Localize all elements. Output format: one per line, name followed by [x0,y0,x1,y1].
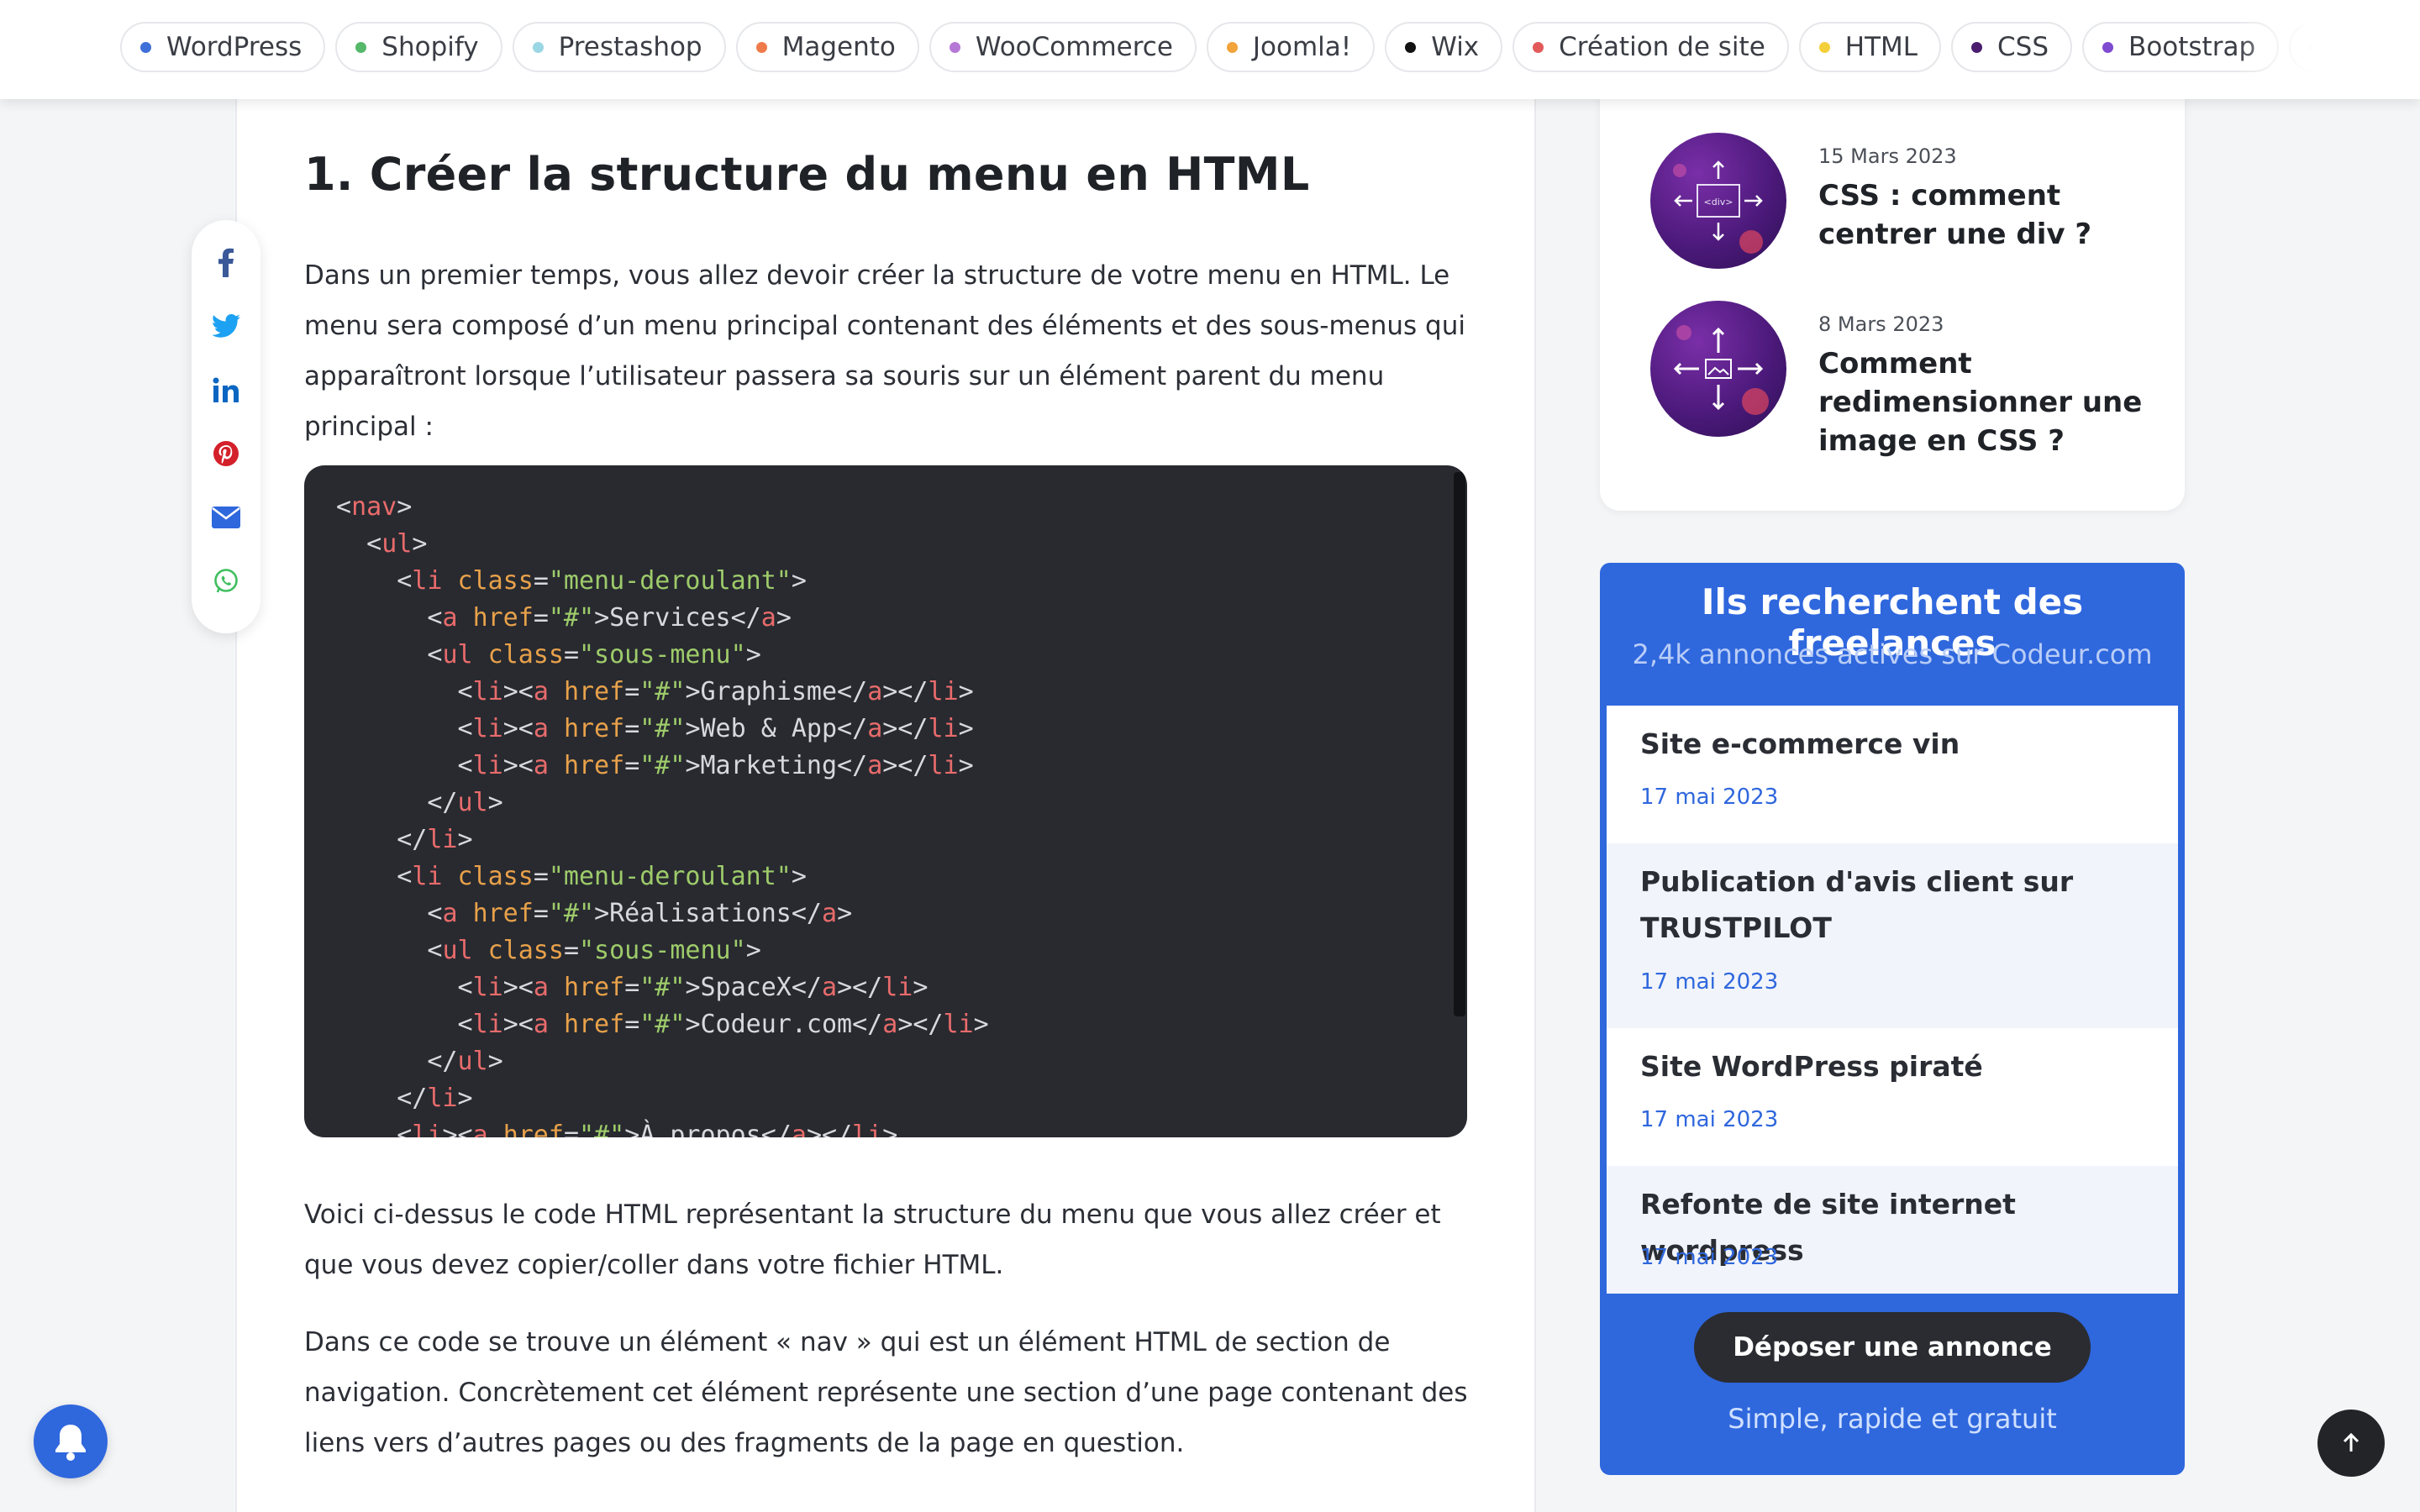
chip-dot [140,41,151,53]
chip-label: WooCommerce [975,32,1173,62]
chip-dot [949,41,960,53]
freelance-widget: Ils recherchent des freelances 2,4k anno… [1600,563,2185,1475]
chip-dot [1226,41,1238,53]
facebook-icon[interactable] [209,245,243,279]
chip-dot [2102,41,2114,53]
post-date: 15 Mars 2023 [1818,144,1957,168]
chip-dot [755,41,767,53]
linkedin-icon[interactable] [209,373,243,407]
freelance-subtitle[interactable]: 2,4k annonces actives sur Codeur.com [1600,638,2185,670]
chip-dot [1405,41,1417,53]
code-block[interactable]: <nav> <ul> <li class="menu-deroulant"> <… [304,465,1467,1137]
post-title-link[interactable]: Comment redimensionner une image en CSS … [1818,344,2154,460]
post-title-link[interactable]: CSS : comment centrer une div ? [1818,176,2154,254]
job-item[interactable]: Site WordPress piraté 17 mai 2023 [1607,1028,2178,1166]
category-chip[interactable]: Wix [1385,22,1503,72]
chip-label: WordPress [166,32,302,62]
chip-label: Magento [781,32,896,62]
scroll-to-top-button[interactable] [2317,1410,2385,1477]
category-chip[interactable]: Création de site [1512,22,1789,72]
job-item[interactable]: Refonte de site internet wordpress 17 ma… [1607,1166,2178,1294]
chip-dot [1818,41,1830,53]
section-heading: 1. Créer la structure du menu en HTML [304,148,1310,201]
explanation-paragraph-2: Dans ce code se trouve un élément « nav … [304,1327,1468,1458]
job-title: Publication d'avis client sur TRUSTPILOT [1640,865,2074,944]
chip-label: CSS [1997,32,2049,62]
chip-dot [355,41,367,53]
notification-bell-icon[interactable] [34,1404,108,1478]
twitter-icon[interactable] [209,309,243,343]
job-title: Site e-commerce vin [1640,727,1960,760]
post-job-button[interactable]: Déposer une annonce [1694,1312,2091,1383]
code-content: <nav> <ul> <li class="menu-deroulant"> <… [336,492,989,1137]
chip-label: Création de site [1559,32,1765,62]
post-thumbnail[interactable]: <div> [1650,133,1786,269]
job-title: Site WordPress piraté [1640,1050,1983,1083]
chip-dot [1971,41,1983,53]
social-share-bar [192,220,260,633]
freelance-footer-text: Simple, rapide et gratuit [1728,1403,2057,1435]
chip-label: Shopify [381,32,479,62]
category-chip[interactable]: Joomla! [1206,22,1376,72]
category-chip[interactable]: Shopify [335,22,502,72]
category-chip[interactable]: WordPress [120,22,326,72]
whatsapp-icon[interactable] [209,564,243,598]
job-date: 17 mai 2023 [1640,785,1779,810]
chips-fade [2236,17,2312,81]
thumb-div-label: <div> [1704,197,1733,207]
category-chip[interactable]: HTML [1798,22,1942,72]
article-body: 1. Créer la structure du menu en HTML Da… [235,99,1536,1512]
code-scrollbar[interactable] [1454,472,1465,1016]
intro-paragraph: Dans un premier temps, vous allez devoir… [304,260,1465,442]
category-chip[interactable]: Prestashop [512,22,726,72]
chip-dot [1533,41,1544,53]
category-chip[interactable]: Magento [735,22,919,72]
chip-label: Joomla! [1252,32,1352,62]
chip-dot [532,41,544,53]
chip-label: HTML [1844,32,1918,62]
category-bar: WordPress Shopify Prestashop Magento WooComm… [0,0,2420,99]
job-date: 17 mai 2023 [1640,1245,1779,1270]
explanation-paragraph-1: Voici ci-dessus le code HTML représentan… [304,1200,1441,1280]
post-date: 8 Mars 2023 [1818,312,1944,336]
job-date: 17 mai 2023 [1640,1107,1779,1132]
post-thumbnail[interactable] [1650,301,1786,437]
category-chip[interactable]: CSS [1951,22,2073,72]
job-date: 17 mai 2023 [1640,969,1779,995]
job-item[interactable]: Publication d'avis client sur TRUSTPILOT… [1607,843,2178,1028]
chip-label: Wix [1431,32,1480,62]
recent-posts-card: <div> 15 Mars 2023 CSS : comment centrer… [1600,50,2185,511]
pinterest-icon[interactable] [209,437,243,470]
job-item[interactable]: Site e-commerce vin 17 mai 2023 [1607,706,2178,843]
category-chip[interactable]: WooCommerce [929,22,1197,72]
arrow-up-icon [2343,1432,2360,1452]
email-icon[interactable] [209,501,243,534]
chip-label: Prestashop [558,32,702,62]
category-chips: WordPress Shopify Prestashop Magento WooComm… [120,22,2312,76]
